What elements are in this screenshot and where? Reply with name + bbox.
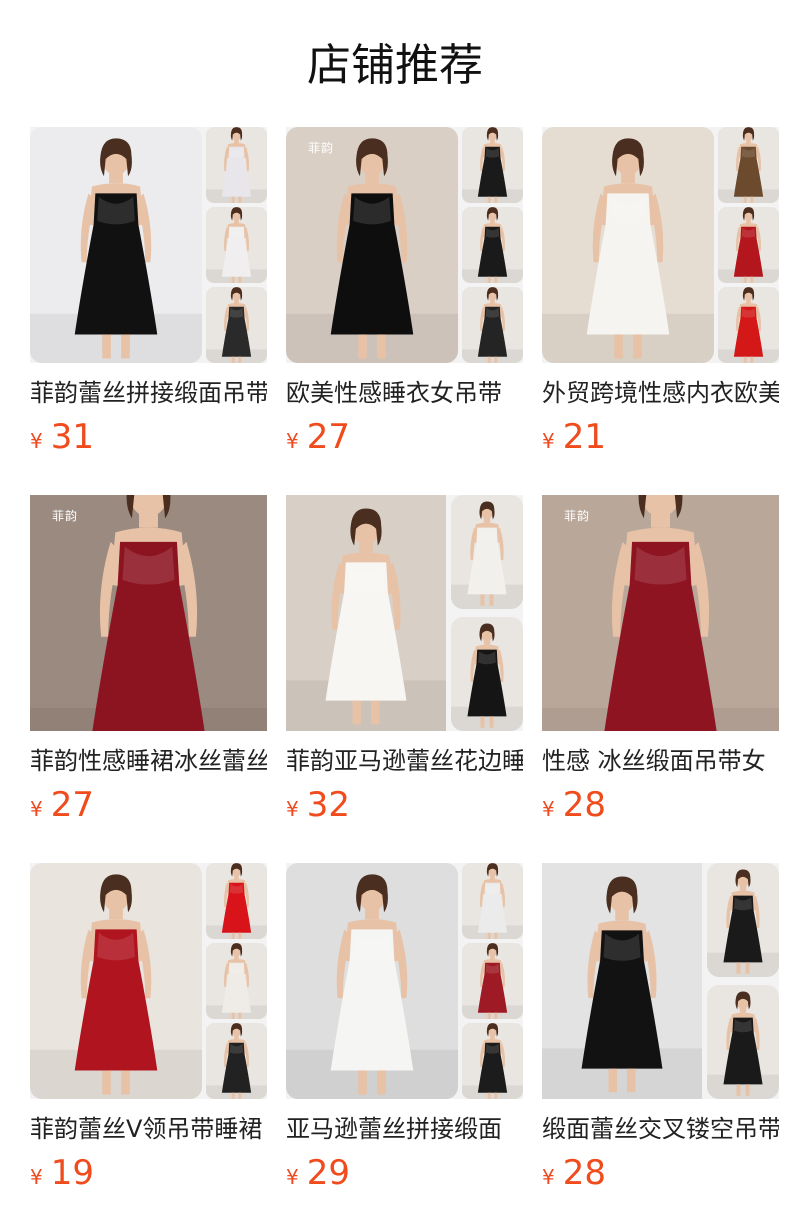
- currency-symbol: ¥: [542, 797, 555, 821]
- product-thumbnail: [206, 127, 267, 203]
- product-thumbnail: [462, 207, 523, 283]
- product-image[interactable]: [286, 863, 523, 1099]
- product-price: ¥21: [542, 415, 606, 459]
- product-name[interactable]: 性感 冰丝缎面吊带女: [542, 745, 779, 777]
- currency-symbol: ¥: [286, 797, 299, 821]
- price-value: 28: [562, 785, 606, 825]
- product-image[interactable]: 菲韵: [542, 495, 779, 731]
- currency-symbol: ¥: [286, 1165, 299, 1189]
- product-name[interactable]: 菲韵性感睡裙冰丝蕾丝: [30, 745, 267, 777]
- product-main-photo: [30, 127, 202, 363]
- price-value: 31: [50, 417, 94, 457]
- product-thumbnail: [451, 617, 523, 731]
- product-image[interactable]: 菲韵: [30, 495, 267, 731]
- product-name[interactable]: 菲韵蕾丝拼接缎面吊带: [30, 377, 267, 409]
- brand-watermark: 菲韵: [564, 509, 591, 523]
- product-price: ¥27: [30, 783, 94, 827]
- currency-symbol: ¥: [30, 429, 43, 453]
- price-value: 27: [306, 417, 350, 457]
- product-card[interactable]: 菲韵性感 冰丝缎面吊带女 ¥28: [542, 495, 779, 835]
- product-thumbnail: [718, 207, 779, 283]
- product-name[interactable]: 亚马逊蕾丝拼接缎面: [286, 1113, 523, 1145]
- product-thumbnail: [462, 127, 523, 203]
- product-thumbnail: [462, 863, 523, 939]
- product-image[interactable]: [286, 495, 523, 731]
- product-thumbnail: [206, 863, 267, 939]
- product-image[interactable]: [30, 863, 267, 1099]
- product-main-photo: [30, 495, 267, 731]
- price-value: 19: [50, 1153, 94, 1193]
- product-main-photo: [286, 863, 458, 1099]
- product-name[interactable]: 菲韵亚马逊蕾丝花边睡: [286, 745, 523, 777]
- product-price: ¥27: [286, 415, 350, 459]
- product-price: ¥19: [30, 1151, 94, 1195]
- product-card[interactable]: 菲韵亚马逊蕾丝花边睡 ¥32: [286, 495, 523, 835]
- product-price: ¥31: [30, 415, 94, 459]
- product-thumbnail: [718, 287, 779, 363]
- price-value: 28: [562, 1153, 606, 1193]
- product-image[interactable]: 菲韵: [286, 127, 523, 363]
- price-value: 29: [306, 1153, 350, 1193]
- product-card[interactable]: 菲韵菲韵性感睡裙冰丝蕾丝 ¥27: [30, 495, 267, 835]
- product-card[interactable]: 缎面蕾丝交叉镂空吊带 ¥28: [542, 863, 779, 1203]
- product-thumbnail: [451, 495, 523, 609]
- product-thumbnail: [462, 1023, 523, 1099]
- product-thumbnail: [206, 207, 267, 283]
- price-value: 27: [50, 785, 94, 825]
- product-name[interactable]: 欧美性感睡衣女吊带: [286, 377, 523, 409]
- currency-symbol: ¥: [286, 429, 299, 453]
- page-title: 店铺推荐: [307, 40, 483, 91]
- product-image[interactable]: [542, 863, 779, 1099]
- product-thumbnail: [462, 943, 523, 1019]
- product-card[interactable]: 菲韵蕾丝V领吊带睡裙 ¥19: [30, 863, 267, 1203]
- product-thumbnail: [707, 863, 779, 977]
- product-price: ¥29: [286, 1151, 350, 1195]
- product-card[interactable]: 亚马逊蕾丝拼接缎面 ¥29: [286, 863, 523, 1203]
- product-price: ¥32: [286, 783, 350, 827]
- product-main-photo: [542, 127, 714, 363]
- product-thumbnail: [462, 287, 523, 363]
- product-card[interactable]: 菲韵欧美性感睡衣女吊带 ¥27: [286, 127, 523, 467]
- product-thumbnail: [707, 985, 779, 1099]
- product-main-photo: [286, 495, 446, 731]
- currency-symbol: ¥: [30, 797, 43, 821]
- product-main-photo: [30, 863, 202, 1099]
- brand-watermark: 菲韵: [308, 141, 335, 155]
- product-name[interactable]: 菲韵蕾丝V领吊带睡裙: [30, 1113, 267, 1145]
- product-thumbnail: [206, 1023, 267, 1099]
- product-thumbnail: [718, 127, 779, 203]
- product-thumbnail: [206, 287, 267, 363]
- product-card[interactable]: 外贸跨境性感内衣欧美 ¥21: [542, 127, 779, 467]
- product-thumbnail: [206, 943, 267, 1019]
- product-price: ¥28: [542, 1151, 606, 1195]
- price-value: 32: [306, 785, 350, 825]
- brand-watermark: 菲韵: [52, 509, 79, 523]
- product-main-photo: [542, 863, 702, 1099]
- product-card[interactable]: 菲韵蕾丝拼接缎面吊带 ¥31: [30, 127, 267, 467]
- product-name[interactable]: 缎面蕾丝交叉镂空吊带: [542, 1113, 779, 1145]
- product-main-photo: [286, 127, 458, 363]
- product-image[interactable]: [30, 127, 267, 363]
- price-value: 21: [562, 417, 606, 457]
- product-image[interactable]: [542, 127, 779, 363]
- product-main-photo: [542, 495, 779, 731]
- currency-symbol: ¥: [30, 1165, 43, 1189]
- product-price: ¥28: [542, 783, 606, 827]
- currency-symbol: ¥: [542, 429, 555, 453]
- currency-symbol: ¥: [542, 1165, 555, 1189]
- product-name[interactable]: 外贸跨境性感内衣欧美: [542, 377, 779, 409]
